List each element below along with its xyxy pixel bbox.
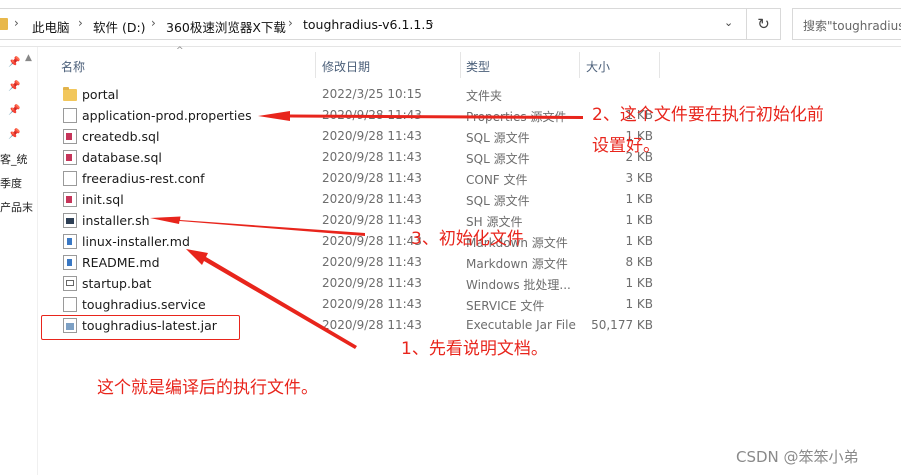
watermark: CSDN @笨笨小弟: [736, 448, 859, 466]
arrow-to-installer: [150, 216, 365, 236]
arrow-to-readme: [186, 249, 357, 349]
annotation-step2-line1: 2、这个文件要在执行初始化前: [592, 105, 824, 125]
annotation-step1: 1、先看说明文档。: [401, 339, 548, 359]
arrow-to-properties: [258, 111, 583, 121]
annotation-jar-note: 这个就是编译后的执行文件。: [97, 378, 318, 398]
annotation-step2-line2: 设置好。: [592, 136, 660, 156]
annotation-step3: 3、初始化文件: [411, 229, 524, 249]
